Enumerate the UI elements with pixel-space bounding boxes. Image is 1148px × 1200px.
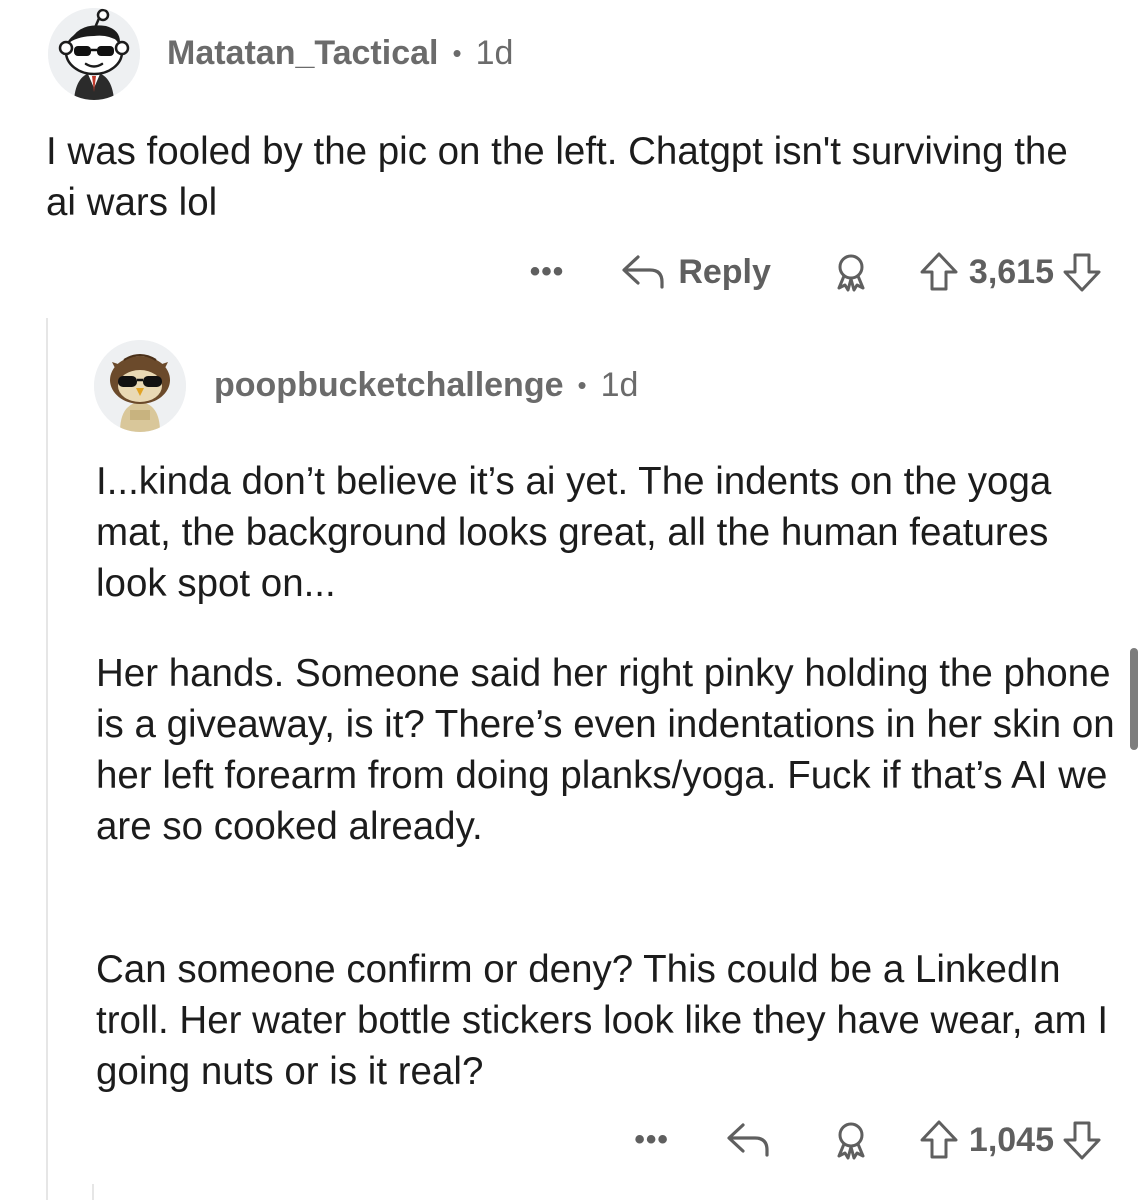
separator-dot: • xyxy=(577,370,587,400)
snoo-sunglasses-avatar-icon xyxy=(48,8,140,100)
award-button[interactable] xyxy=(831,252,871,292)
comment-paragraph: Can someone confirm or deny? This could … xyxy=(96,948,1109,1093)
username[interactable]: Matatan_Tactical xyxy=(167,34,438,73)
comment-actions: ••• Reply 3,615 xyxy=(530,244,1102,300)
vote-controls: 1,045 xyxy=(919,1119,1102,1161)
user-avatar[interactable] xyxy=(48,8,140,100)
user-avatar[interactable] xyxy=(94,340,186,432)
comment-paragraph: I...kinda don’t believe it’s ai yet. The… xyxy=(96,460,1052,605)
reply-arrow-icon xyxy=(620,253,666,291)
scrollbar-thumb[interactable] xyxy=(1130,648,1138,750)
reply-button[interactable]: Reply xyxy=(620,253,771,292)
nested-thread-line xyxy=(92,1184,94,1200)
thread-line xyxy=(46,318,48,1200)
separator-dot: • xyxy=(452,38,462,68)
comment-meta: poopbucketchallenge • 1d xyxy=(214,366,638,405)
comment-body: I was fooled by the pic on the left. Cha… xyxy=(46,130,1068,224)
comment-actions: ••• 1,045 xyxy=(634,1112,1102,1168)
comment-meta: Matatan_Tactical • 1d xyxy=(167,34,513,73)
vote-score: 3,615 xyxy=(968,252,1054,291)
comment-age: 1d xyxy=(600,366,639,404)
comment-age: 1d xyxy=(475,34,514,72)
award-icon xyxy=(831,1120,871,1160)
upvote-arrow-icon[interactable] xyxy=(919,1119,959,1161)
downvote-arrow-icon[interactable] xyxy=(1062,251,1102,293)
username[interactable]: poopbucketchallenge xyxy=(214,366,564,405)
downvote-arrow-icon[interactable] xyxy=(1062,1119,1102,1161)
more-options-button[interactable]: ••• xyxy=(634,1123,669,1157)
award-button[interactable] xyxy=(831,1120,871,1160)
reply-arrow-icon xyxy=(725,1121,771,1159)
vote-score: 1,045 xyxy=(968,1120,1054,1159)
vote-controls: 3,615 xyxy=(919,251,1102,293)
more-options-button[interactable]: ••• xyxy=(530,255,565,289)
award-icon xyxy=(831,252,871,292)
snoo-owl-avatar-icon xyxy=(94,340,186,432)
comment-paragraph: Her hands. Someone said her right pinky … xyxy=(96,652,1115,848)
reply-button[interactable] xyxy=(725,1121,771,1159)
upvote-arrow-icon[interactable] xyxy=(919,251,959,293)
reply-label: Reply xyxy=(678,252,771,291)
